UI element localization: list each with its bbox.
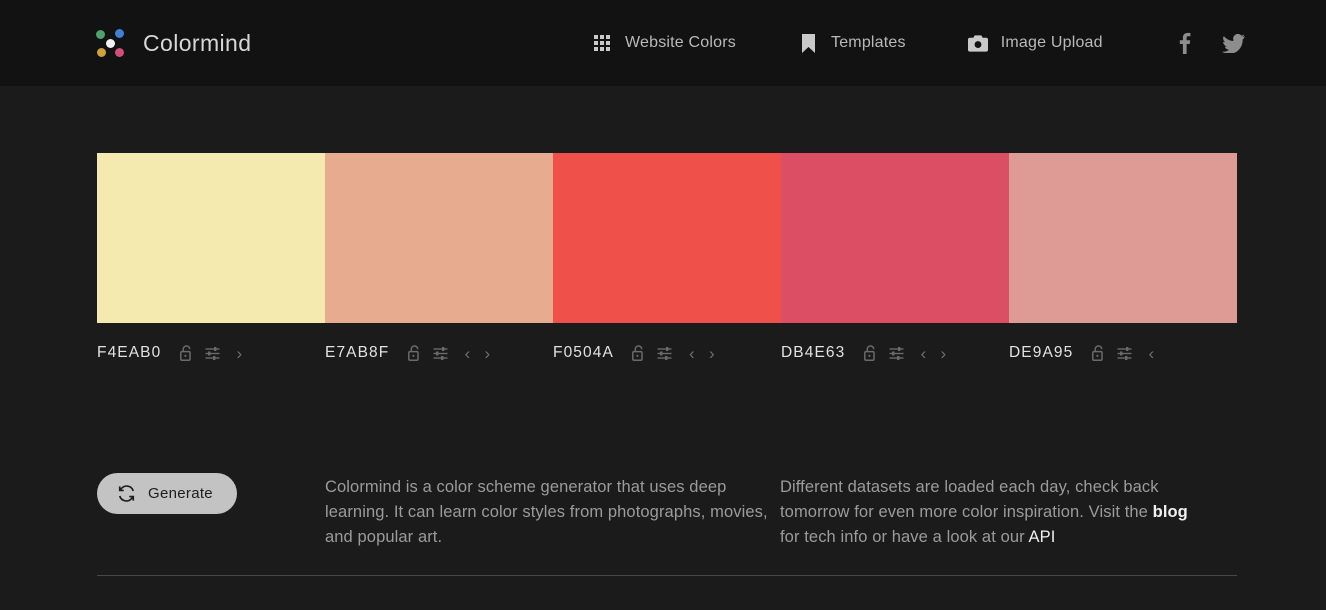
sliders-icon[interactable] xyxy=(654,342,676,364)
swatch-hex-5[interactable]: DE9A95 xyxy=(1009,344,1073,362)
swatch-hex-4[interactable]: DB4E63 xyxy=(781,344,845,362)
unlocked-padlock-icon[interactable] xyxy=(1087,342,1109,364)
facebook-icon[interactable] xyxy=(1172,30,1198,56)
social-links xyxy=(1172,0,1246,86)
bookmark-icon xyxy=(798,33,818,53)
chevron-left-icon[interactable]: ‹ xyxy=(457,342,477,364)
swatch-hex-3[interactable]: F0504A xyxy=(553,344,614,362)
chevron-left-icon[interactable]: ‹ xyxy=(1141,342,1161,364)
grid-icon xyxy=(592,33,612,53)
swatch-meta-3: F0504A ‹ › xyxy=(553,323,781,364)
color-swatch-1[interactable] xyxy=(97,153,325,323)
nav-item-templates[interactable]: Templates xyxy=(798,33,906,53)
blog-link[interactable]: blog xyxy=(1153,503,1188,521)
sliders-icon[interactable] xyxy=(885,342,907,364)
about-column-left: Colormind is a color scheme generator th… xyxy=(325,436,780,550)
unlocked-padlock-icon[interactable] xyxy=(403,342,425,364)
about-paragraph-left: Colormind is a color scheme generator th… xyxy=(325,478,768,546)
swatch-controls-row: F4EAB0 › E7AB8F ‹ › F0504A ‹ › DB4E63 ‹ … xyxy=(97,323,1237,364)
chevron-left-icon[interactable]: ‹ xyxy=(913,342,933,364)
brand-logo-link[interactable]: Colormind xyxy=(95,26,251,60)
generate-column: Generate xyxy=(97,436,325,550)
color-swatch-3[interactable] xyxy=(553,153,781,323)
about-right-text-2: for tech info or have a look at our xyxy=(780,528,1029,546)
info-section: Generate Colormind is a color scheme gen… xyxy=(97,436,1237,550)
sliders-icon[interactable] xyxy=(201,342,223,364)
unlocked-padlock-icon[interactable] xyxy=(628,342,650,364)
color-swatch-2[interactable] xyxy=(325,153,553,323)
color-swatch-4[interactable] xyxy=(781,153,1009,323)
about-right-text-1: Different datasets are loaded each day, … xyxy=(780,478,1159,521)
nav-item-image-upload-label: Image Upload xyxy=(1000,34,1103,51)
main-navigation: Website Colors Templates Image Upload xyxy=(592,0,1103,86)
site-header: Colormind Website Colors Templates Image… xyxy=(0,0,1326,86)
nav-item-website-colors[interactable]: Website Colors xyxy=(592,33,736,53)
swatch-meta-5: DE9A95 ‹ xyxy=(1009,323,1237,364)
unlocked-padlock-icon[interactable] xyxy=(859,342,881,364)
chevron-right-icon[interactable]: › xyxy=(477,342,497,364)
color-swatch-5[interactable] xyxy=(1009,153,1237,323)
section-divider xyxy=(97,575,1237,576)
api-link[interactable]: API xyxy=(1029,528,1056,546)
unlocked-padlock-icon[interactable] xyxy=(175,342,197,364)
nav-item-website-colors-label: Website Colors xyxy=(625,34,736,51)
about-paragraph-right: Different datasets are loaded each day, … xyxy=(780,436,1200,550)
swatch-meta-2: E7AB8F ‹ › xyxy=(325,323,553,364)
sliders-icon[interactable] xyxy=(1113,342,1135,364)
swatch-meta-1: F4EAB0 › xyxy=(97,323,325,364)
chevron-right-icon[interactable]: › xyxy=(702,342,722,364)
swatch-hex-1[interactable]: F4EAB0 xyxy=(97,344,161,362)
chevron-right-icon[interactable]: › xyxy=(229,342,249,364)
swatch-meta-4: DB4E63 ‹ › xyxy=(781,323,1009,364)
refresh-icon xyxy=(118,485,135,502)
about-column-right: Different datasets are loaded each day, … xyxy=(780,436,1200,550)
color-palette-strip xyxy=(97,153,1237,323)
generate-button[interactable]: Generate xyxy=(97,473,237,514)
nav-item-templates-label: Templates xyxy=(831,34,906,51)
twitter-icon[interactable] xyxy=(1220,30,1246,56)
colormind-dots-logo-icon xyxy=(95,26,129,60)
generate-button-label: Generate xyxy=(148,485,213,502)
swatch-hex-2[interactable]: E7AB8F xyxy=(325,344,389,362)
chevron-right-icon[interactable]: › xyxy=(933,342,953,364)
camera-icon xyxy=(967,33,988,53)
brand-name: Colormind xyxy=(143,29,252,56)
sliders-icon[interactable] xyxy=(429,342,451,364)
nav-item-image-upload[interactable]: Image Upload xyxy=(967,33,1103,53)
chevron-left-icon[interactable]: ‹ xyxy=(682,342,702,364)
